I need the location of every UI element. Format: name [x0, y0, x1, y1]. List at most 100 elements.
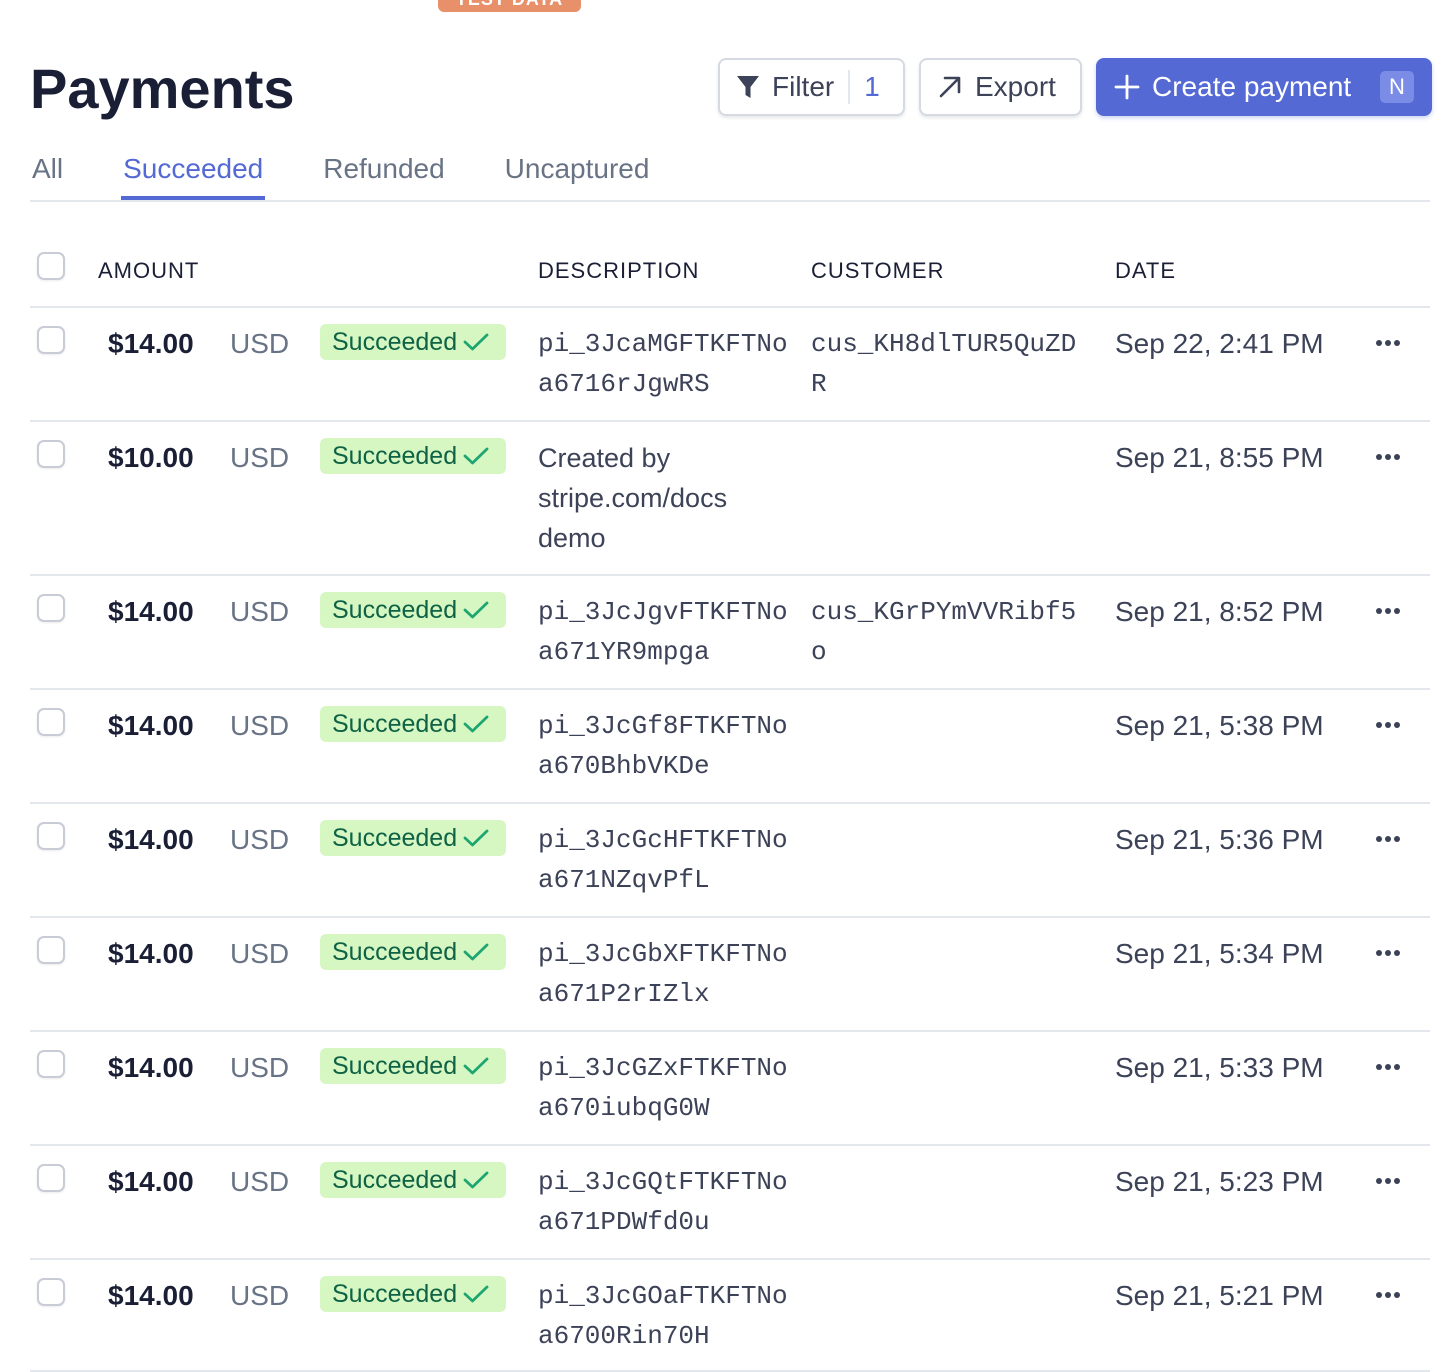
tab-all[interactable]: All	[30, 140, 65, 198]
description-text[interactable]: pi_3JcGQtFTKFTNoa671PDWfd0u	[538, 1162, 788, 1242]
column-header-description: DESCRIPTION	[538, 258, 700, 283]
status-badge: Succeeded	[320, 1162, 506, 1198]
table-body: $14.00 USD Succeeded pi_3JcaMGFTKFTNoa67…	[30, 308, 1430, 1372]
more-actions-icon[interactable]	[1375, 448, 1401, 466]
check-icon	[463, 1170, 489, 1190]
status-label: Succeeded	[332, 709, 458, 738]
more-actions-icon[interactable]	[1375, 716, 1401, 734]
status-label: Succeeded	[332, 441, 458, 470]
date-text: Sep 22, 2:41 PM	[1115, 328, 1324, 359]
check-icon	[463, 1284, 489, 1304]
description-text[interactable]: pi_3JcGf8FTKFTNoa670BhbVKDe	[538, 706, 788, 786]
status-badge: Succeeded	[320, 438, 506, 474]
more-actions-icon[interactable]	[1375, 602, 1401, 620]
status-label: Succeeded	[332, 823, 458, 852]
more-actions-icon[interactable]	[1375, 1172, 1401, 1190]
status-tabs: All Succeeded Refunded Uncaptured	[30, 140, 1430, 202]
filter-divider	[848, 70, 851, 104]
filter-button[interactable]: Filter 1	[718, 58, 905, 116]
table-row[interactable]: $14.00 USD Succeeded pi_3JcaMGFTKFTNoa67…	[30, 308, 1430, 422]
table-row[interactable]: $14.00 USD Succeeded pi_3JcJgvFTKFTNoa67…	[30, 576, 1430, 690]
row-checkbox[interactable]	[37, 440, 65, 468]
amount-value: $14.00	[108, 596, 194, 627]
tab-refunded[interactable]: Refunded	[321, 140, 446, 198]
more-actions-icon[interactable]	[1375, 334, 1401, 352]
create-payment-label: Create payment	[1152, 71, 1352, 102]
table-row[interactable]: $14.00 USD Succeeded pi_3JcGbXFTKFTNoa67…	[30, 918, 1430, 1032]
row-checkbox[interactable]	[37, 822, 65, 850]
tab-succeeded[interactable]: Succeeded	[121, 140, 266, 200]
filter-label: Filter	[772, 71, 835, 102]
more-actions-icon[interactable]	[1375, 1058, 1401, 1076]
more-actions-icon[interactable]	[1375, 830, 1401, 848]
status-label: Succeeded	[332, 595, 458, 624]
export-button[interactable]: Export	[919, 58, 1082, 116]
more-actions-icon[interactable]	[1375, 944, 1401, 962]
toolbar: Filter 1 Export Create payment N	[718, 58, 1432, 116]
test-data-badge: TEST DATA	[438, 0, 581, 12]
page-title: Payments	[30, 57, 295, 120]
more-actions-icon[interactable]	[1375, 1286, 1401, 1304]
column-header-customer: CUSTOMER	[811, 258, 945, 283]
status-label: Succeeded	[332, 937, 458, 966]
column-header-amount: AMOUNT	[98, 258, 200, 283]
create-payment-button[interactable]: Create payment N	[1096, 58, 1432, 116]
tab-uncaptured[interactable]: Uncaptured	[503, 140, 652, 198]
customer-id[interactable]: cus_KH8dlTUR5QuZDR	[811, 324, 1081, 404]
table-row[interactable]: $10.00 USD Succeeded Created by stripe.c…	[30, 422, 1430, 576]
arrow-up-right-icon	[937, 74, 963, 100]
row-checkbox[interactable]	[37, 1050, 65, 1078]
check-icon	[463, 1056, 489, 1076]
status-label: Succeeded	[332, 1051, 458, 1080]
status-label: Succeeded	[332, 1165, 458, 1194]
description-text[interactable]: Created by stripe.com/docs demo	[538, 438, 788, 558]
date-text: Sep 21, 5:21 PM	[1115, 1280, 1324, 1311]
currency-code: USD	[230, 710, 290, 741]
status-badge: Succeeded	[320, 1048, 506, 1084]
status-badge: Succeeded	[320, 820, 506, 856]
check-icon	[463, 332, 489, 352]
row-checkbox[interactable]	[37, 708, 65, 736]
column-header-date: DATE	[1115, 258, 1177, 283]
description-text[interactable]: pi_3JcGbXFTKFTNoa671P2rIZlx	[538, 934, 788, 1014]
amount-value: $10.00	[108, 442, 194, 473]
currency-code: USD	[230, 1166, 290, 1197]
description-text[interactable]: pi_3JcJgvFTKFTNoa671YR9mpga	[538, 592, 788, 672]
table-row[interactable]: $14.00 USD Succeeded pi_3JcGQtFTKFTNoa67…	[30, 1146, 1430, 1260]
status-badge: Succeeded	[320, 934, 506, 970]
plus-icon	[1114, 74, 1140, 100]
customer-id[interactable]: cus_KGrPYmVVRibf5o	[811, 592, 1081, 672]
currency-code: USD	[230, 596, 290, 627]
date-text: Sep 21, 5:38 PM	[1115, 710, 1324, 741]
description-text[interactable]: pi_3JcGcHFTKFTNoa671NZqvPfL	[538, 820, 788, 900]
table-row[interactable]: $14.00 USD Succeeded pi_3JcGcHFTKFTNoa67…	[30, 804, 1430, 918]
status-label: Succeeded	[332, 1279, 458, 1308]
amount-value: $14.00	[108, 1166, 194, 1197]
table-header: AMOUNT DESCRIPTION CUSTOMER DATE	[30, 230, 1430, 308]
filter-count: 1	[864, 71, 880, 102]
description-text[interactable]: pi_3JcGOaFTKFTNoa6700Rin70H	[538, 1276, 788, 1356]
date-text: Sep 21, 8:55 PM	[1115, 442, 1324, 473]
amount-value: $14.00	[108, 328, 194, 359]
table-row[interactable]: $14.00 USD Succeeded pi_3JcGf8FTKFTNoa67…	[30, 690, 1430, 804]
table-row[interactable]: $14.00 USD Succeeded pi_3JcGOaFTKFTNoa67…	[30, 1260, 1430, 1372]
amount-value: $14.00	[108, 824, 194, 855]
row-checkbox[interactable]	[37, 1164, 65, 1192]
check-icon	[463, 714, 489, 734]
select-all-checkbox[interactable]	[37, 252, 65, 280]
row-checkbox[interactable]	[37, 936, 65, 964]
table-row[interactable]: $14.00 USD Succeeded pi_3JcGZxFTKFTNoa67…	[30, 1032, 1430, 1146]
row-checkbox[interactable]	[37, 594, 65, 622]
keyboard-shortcut-badge: N	[1380, 71, 1414, 103]
status-badge: Succeeded	[320, 324, 506, 360]
row-checkbox[interactable]	[37, 1278, 65, 1306]
description-text[interactable]: pi_3JcaMGFTKFTNoa6716rJgwRS	[538, 324, 788, 404]
currency-code: USD	[230, 1280, 290, 1311]
amount-value: $14.00	[108, 1052, 194, 1083]
export-label: Export	[975, 71, 1056, 102]
description-text[interactable]: pi_3JcGZxFTKFTNoa670iubqG0W	[538, 1048, 788, 1128]
currency-code: USD	[230, 938, 290, 969]
row-checkbox[interactable]	[37, 326, 65, 354]
currency-code: USD	[230, 328, 290, 359]
currency-code: USD	[230, 1052, 290, 1083]
